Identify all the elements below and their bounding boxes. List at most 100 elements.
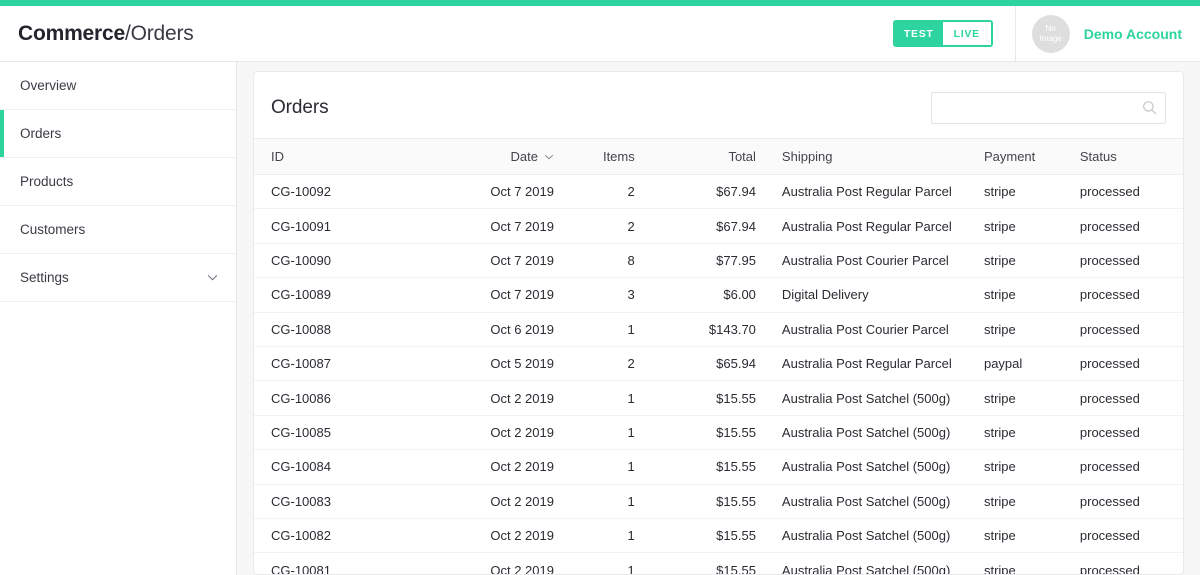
account-menu[interactable]: No Image Demo Account <box>1016 6 1200 62</box>
cell-shipping: Australia Post Courier Parcel <box>763 243 976 279</box>
brand-title: Commerce/Orders <box>18 22 194 46</box>
column-header-label: Items <box>602 149 635 164</box>
mode-toggle[interactable]: TEST LIVE <box>892 20 993 47</box>
cell-date: Oct 2 2019 <box>420 415 562 451</box>
column-header-label: Status <box>1079 149 1117 164</box>
cell-id: CG-10088 <box>254 312 421 347</box>
column-header-shipping[interactable]: Shipping <box>763 138 976 175</box>
orders-card: Orders ID Date Items Total Shipping Paym… <box>253 71 1184 575</box>
table-row[interactable]: CG-10091 Oct 7 2019 2 $67.94 Australia Post … <box>254 208 1183 244</box>
table-row[interactable]: CG-10082 Oct 2 2019 1 $15.55 Australia Post … <box>254 518 1183 554</box>
cell-id: CG-10087 <box>254 346 421 382</box>
search-input[interactable] <box>931 92 1166 124</box>
orders-table-body: CG-10092 Oct 7 2019 2 $67.94 Australia Post … <box>254 174 1183 575</box>
cell-status: processed <box>1071 243 1183 279</box>
brand-name: Commerce <box>18 21 125 45</box>
cell-date: Oct 2 2019 <box>420 484 562 519</box>
cell-total: $77.95 <box>642 243 764 279</box>
orders-table-head: ID Date Items Total Shipping Payment Sta… <box>254 138 1183 175</box>
sidebar-item-label: Orders <box>20 126 62 141</box>
cell-date: Oct 2 2019 <box>420 449 562 485</box>
cell-payment: paypal <box>975 346 1072 382</box>
card-header: Orders <box>254 72 1183 138</box>
sidebar: Overview Orders Products Customers Setti… <box>0 62 237 575</box>
cell-id: CG-10092 <box>254 174 421 210</box>
table-row[interactable]: CG-10086 Oct 2 2019 1 $15.55 Australia Post … <box>254 380 1183 416</box>
cell-items: 1 <box>561 484 643 519</box>
sortable-header-date[interactable]: Date <box>429 149 554 164</box>
cell-shipping: Digital Delivery <box>763 277 976 313</box>
table-row[interactable]: CG-10089 Oct 7 2019 3 $6.00 Digital Delivery… <box>254 277 1183 313</box>
cell-items: 2 <box>561 346 643 382</box>
cell-shipping: Australia Post Satchel (500g) <box>763 518 976 554</box>
sidebar-item-products[interactable]: Products <box>0 158 236 206</box>
sidebar-item-overview[interactable]: Overview <box>0 62 236 110</box>
column-header-label: Total <box>728 149 756 164</box>
column-header-date[interactable]: Date <box>420 138 562 175</box>
column-header-payment[interactable]: Payment <box>975 138 1072 175</box>
column-header-label: Date <box>510 149 538 164</box>
sidebar-item-settings[interactable]: Settings <box>0 254 236 302</box>
cell-total: $67.94 <box>642 174 764 210</box>
cell-date: Oct 7 2019 <box>420 174 562 210</box>
column-header-status[interactable]: Status <box>1071 138 1183 175</box>
cell-total: $15.55 <box>642 518 764 554</box>
table-row[interactable]: CG-10087 Oct 5 2019 2 $65.94 Australia Post … <box>254 346 1183 382</box>
sidebar-item-label: Settings <box>20 270 69 285</box>
cell-total: $15.55 <box>716 562 756 575</box>
cell-date: Oct 7 2019 <box>420 243 562 279</box>
column-header-label: ID <box>271 149 284 164</box>
cell-payment: stripe <box>975 312 1072 347</box>
sidebar-item-label: Customers <box>20 222 86 237</box>
cell-id: CG-10084 <box>254 449 421 485</box>
cell-status: processed <box>1071 449 1183 485</box>
cell-shipping: Australia Post Courier Parcel <box>763 312 976 347</box>
cell-date: Oct 2 2019 <box>420 380 562 416</box>
cell-id: CG-10085 <box>254 415 421 451</box>
cell-payment: stripe <box>975 484 1072 519</box>
cell-total: $6.00 <box>642 277 764 313</box>
cell-id: CG-10082 <box>254 518 421 554</box>
table-row[interactable]: CG-10081 Oct 2 2019 1 $15.55 Australia Post … <box>254 553 1183 575</box>
cell-date: Oct 6 2019 <box>420 312 562 347</box>
cell-payment: stripe <box>975 243 1072 279</box>
cell-status: processed <box>1071 208 1183 244</box>
cell-payment: stripe <box>975 449 1072 485</box>
table-row[interactable]: CG-10083 Oct 2 2019 1 $15.55 Australia Post … <box>254 484 1183 519</box>
cell-id: CG-10089 <box>254 277 421 313</box>
cell-items: 1 <box>627 562 635 575</box>
cell-payment: stripe <box>975 174 1072 210</box>
cell-items: 1 <box>561 449 643 485</box>
column-header-label: Payment <box>983 149 1036 164</box>
column-header-total[interactable]: Total <box>642 138 764 175</box>
orders-table: ID Date Items Total Shipping Payment Sta… <box>254 138 1183 575</box>
cell-date: Oct 5 2019 <box>420 346 562 382</box>
table-row[interactable]: CG-10084 Oct 2 2019 1 $15.55 Australia Post … <box>254 449 1183 485</box>
column-header-items[interactable]: Items <box>561 138 643 175</box>
table-row[interactable]: CG-10085 Oct 2 2019 1 $15.55 Australia Post … <box>254 415 1183 451</box>
header-right-group: TEST LIVE No Image Demo Account <box>892 5 1200 62</box>
cell-id: CG-10090 <box>254 243 421 279</box>
cell-id: CG-10081 <box>271 562 331 575</box>
table-header-row: ID Date Items Total Shipping Payment Sta… <box>254 138 1183 175</box>
table-row[interactable]: CG-10090 Oct 7 2019 8 $77.95 Australia Post … <box>254 243 1183 279</box>
cell-items: 2 <box>561 208 643 244</box>
mode-toggle-test[interactable]: TEST <box>894 22 943 45</box>
table-row[interactable]: CG-10092 Oct 7 2019 2 $67.94 Australia Post … <box>254 174 1183 210</box>
search-field-wrapper <box>931 92 1166 124</box>
cell-date: Oct 2 2019 <box>490 562 554 575</box>
column-header-id[interactable]: ID <box>254 138 421 175</box>
cell-items: 1 <box>561 518 643 554</box>
main-content: Orders ID Date Items Total Shipping Paym… <box>237 62 1200 575</box>
cell-shipping: Australia Post Regular Parcel <box>763 346 976 382</box>
cell-total: $15.55 <box>642 415 764 451</box>
table-row[interactable]: CG-10088 Oct 6 2019 1 $143.70 Australia Post… <box>254 312 1183 347</box>
sidebar-item-customers[interactable]: Customers <box>0 206 236 254</box>
app-root: Commerce/Orders TEST LIVE No Image Demo … <box>0 0 1200 575</box>
mode-toggle-live[interactable]: LIVE <box>942 22 991 45</box>
sidebar-item-orders[interactable]: Orders <box>0 110 236 158</box>
cell-status: processed <box>1071 346 1183 382</box>
cell-payment: stripe <box>975 380 1072 416</box>
cell-date: Oct 2 2019 <box>420 518 562 554</box>
cell-payment: stripe <box>975 277 1072 313</box>
